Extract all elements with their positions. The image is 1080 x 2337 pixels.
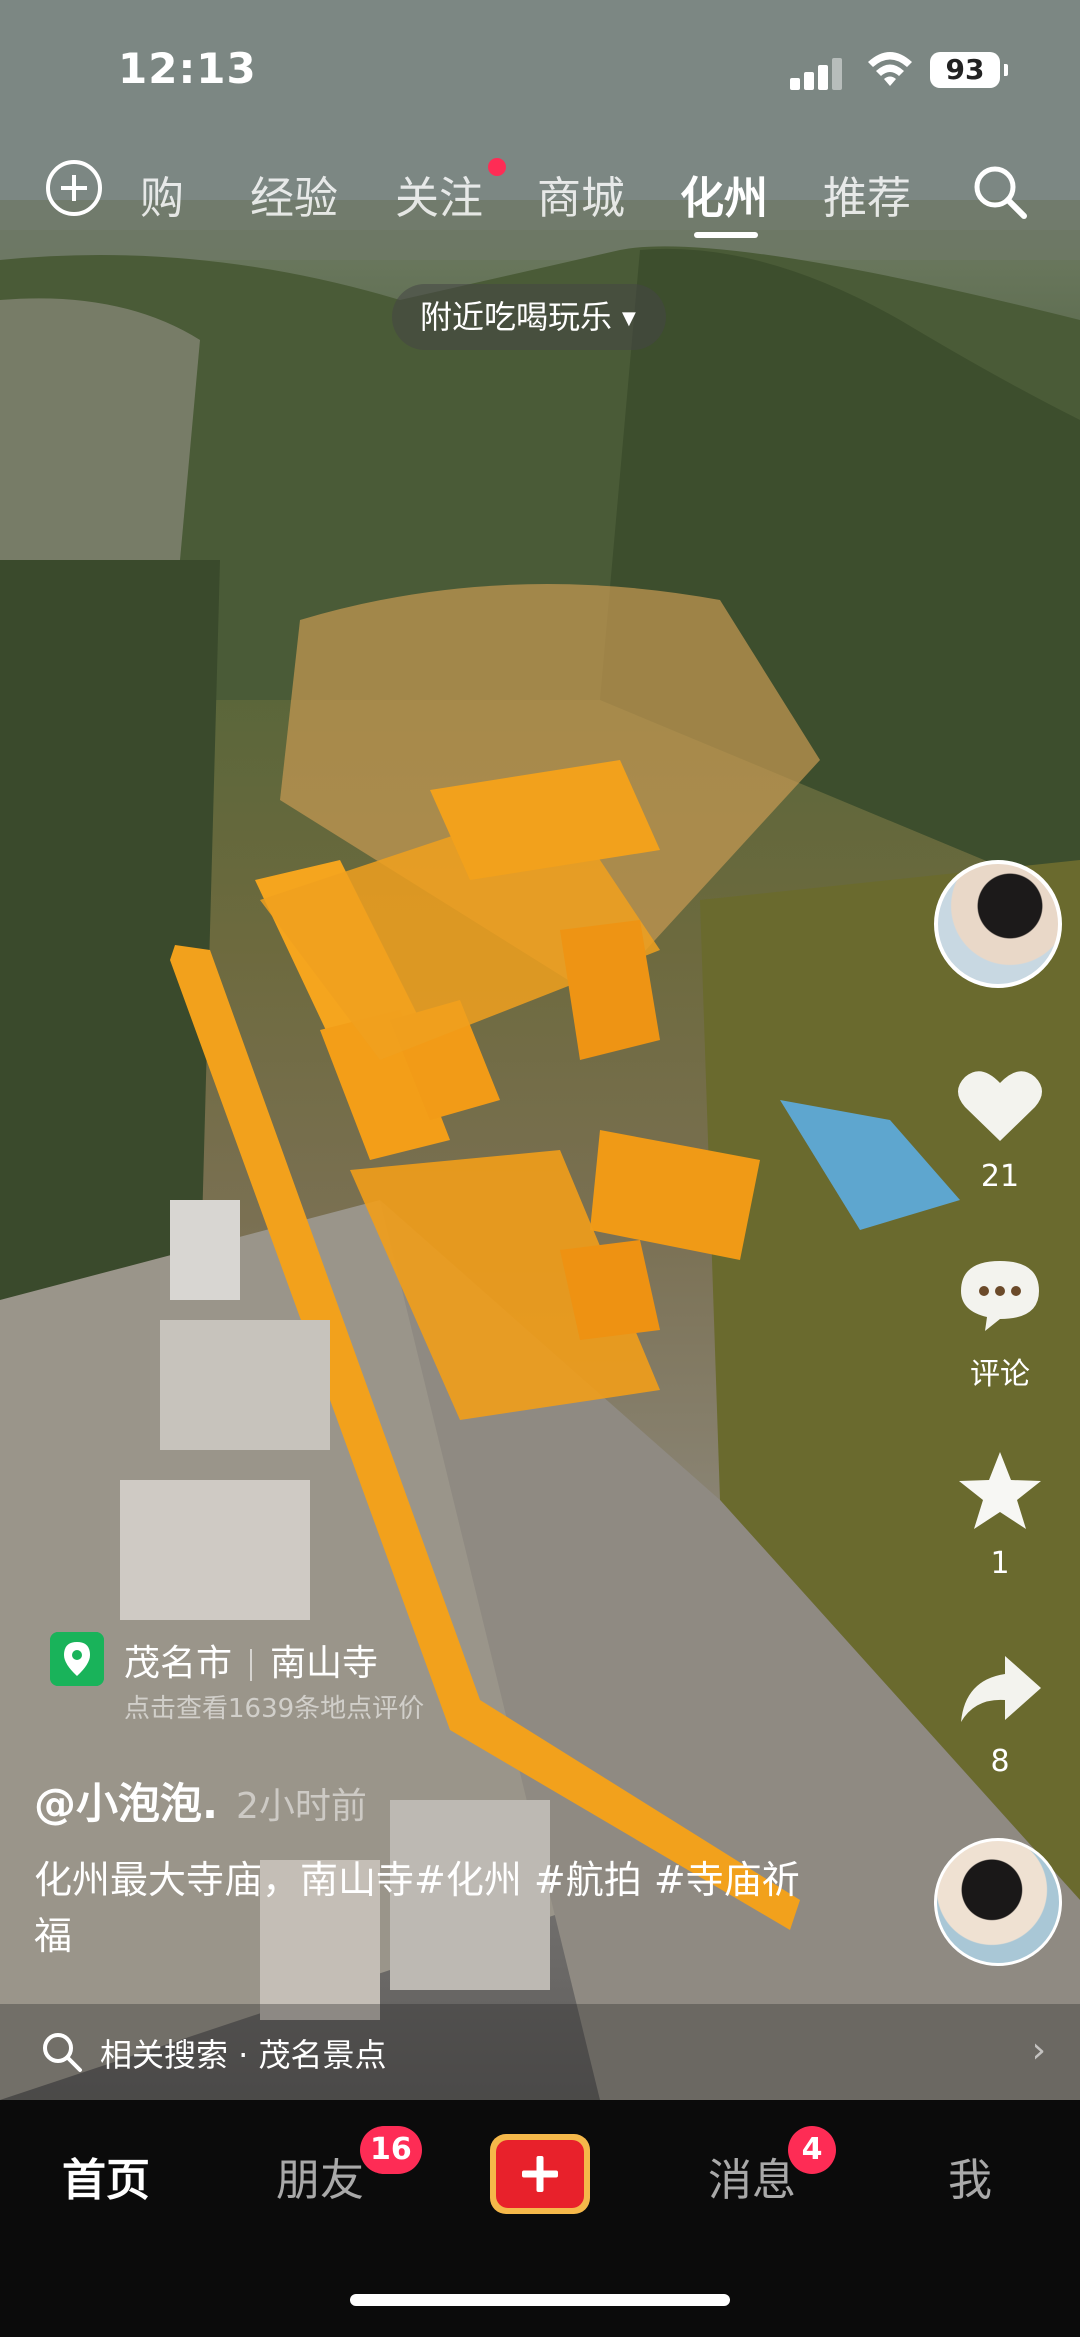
like-button[interactable]: 21 [940, 1065, 1060, 1194]
tab-shopping[interactable]: 购 [140, 162, 184, 226]
share-arrow-icon [961, 1656, 1041, 1722]
battery-indicator: 93 [930, 52, 1008, 88]
video-caption[interactable]: 化州最大寺庙，南山寺#化州 #航拍 #寺庙祈福 [34, 1852, 814, 1964]
search-icon[interactable] [970, 162, 1030, 222]
tab-experience[interactable]: 经验 [250, 162, 338, 226]
share-button[interactable]: 8 [940, 1650, 1060, 1779]
nav-me[interactable]: 我 [948, 2144, 992, 2208]
home-indicator[interactable] [350, 2294, 730, 2306]
chevron-right-icon: › [1031, 2030, 1046, 2071]
tab-mall[interactable]: 商城 [537, 162, 625, 226]
nav-friends[interactable]: 朋友 [276, 2144, 364, 2208]
top-navigation: 购 经验 关注 商城 化州 推荐 [0, 150, 1080, 240]
add-icon[interactable] [46, 160, 102, 216]
share-count: 8 [990, 1744, 1010, 1779]
music-disc-avatar[interactable] [934, 1838, 1062, 1966]
related-search-text: 相关搜索 · 茂名景点 [100, 2036, 387, 2074]
like-count: 21 [980, 1159, 1020, 1194]
location-city: 茂名市 [124, 1643, 233, 1684]
comment-label: 评论 [970, 1357, 1030, 1392]
tab-local-huazhou[interactable]: 化州 [680, 162, 768, 226]
star-icon [959, 1452, 1041, 1529]
comment-button[interactable]: 评论 [940, 1255, 1060, 1393]
status-time: 12:13 [118, 44, 257, 93]
author-line: @小泡泡. 2小时前 [34, 1770, 367, 1831]
nearby-label: 附近吃喝玩乐 [420, 298, 613, 336]
tab-following[interactable]: 关注 [395, 162, 483, 226]
location-pin-icon [50, 1632, 104, 1686]
favorite-count: 1 [990, 1546, 1010, 1581]
status-bar: 12:13 93 [0, 0, 1080, 140]
location-divider [250, 1649, 253, 1681]
favorite-button[interactable]: 1 [940, 1448, 1060, 1581]
comment-icon [961, 1261, 1039, 1331]
cellular-signal-icon [790, 58, 844, 90]
messages-badge: 4 [788, 2126, 836, 2174]
wifi-icon [868, 52, 912, 86]
chevron-down-icon: ▼ [622, 308, 636, 329]
nav-messages[interactable]: 消息 [708, 2144, 796, 2208]
nav-home[interactable]: 首页 [62, 2144, 150, 2208]
related-search-bar[interactable]: 相关搜索 · 茂名景点 › [0, 2004, 1080, 2100]
friends-badge: 16 [360, 2126, 422, 2174]
location-title: 茂名市 南山寺 [124, 1634, 378, 1686]
location-reviews-hint: 点击查看1639条地点评价 [124, 1694, 425, 1724]
nearby-fun-button[interactable]: 附近吃喝玩乐 ▼ [392, 284, 666, 350]
heart-icon [958, 1071, 1042, 1141]
author-avatar[interactable] [934, 860, 1062, 988]
location-place: 南山寺 [270, 1643, 379, 1684]
search-icon [43, 2033, 82, 2072]
create-button[interactable] [490, 2134, 590, 2214]
plus-icon [496, 2140, 584, 2208]
tab-recommend[interactable]: 推荐 [823, 162, 911, 226]
author-name[interactable]: @小泡泡. [34, 1779, 218, 1828]
active-tab-indicator [694, 232, 758, 238]
post-time: 2小时前 [235, 1786, 367, 1827]
following-notification-dot [488, 158, 506, 176]
